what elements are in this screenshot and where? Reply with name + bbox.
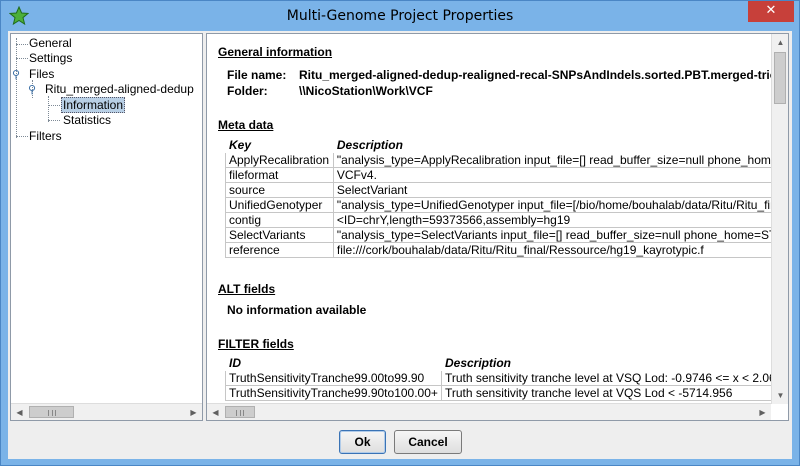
table-row[interactable]: source SelectVariant [225, 182, 788, 198]
information-panel: General information File name: Ritu_merg… [206, 33, 789, 421]
cancel-button[interactable]: Cancel [394, 430, 462, 454]
scroll-down-arrow-icon[interactable]: ▼ [772, 387, 788, 404]
tree-horizontal-scrollbar[interactable]: ◀ ▶ [11, 403, 202, 420]
filter-description-cell: Truth sensitivity tranche level at VQS L… [440, 385, 788, 401]
content-horizontal-scrollbar[interactable]: ◀ ▶ [207, 403, 771, 420]
scroll-right-arrow-icon[interactable]: ▶ [185, 404, 202, 421]
scroll-left-arrow-icon[interactable]: ◀ [207, 404, 224, 420]
tree-item-files[interactable]: Files [29, 67, 54, 81]
tree-connector [16, 58, 28, 59]
file-name-label: File name: [227, 68, 287, 82]
folder-label: Folder: [227, 84, 268, 98]
general-info-heading: General information [218, 45, 333, 59]
tree-connector [48, 120, 60, 121]
tree-connector [16, 38, 17, 138]
meta-key-cell: ApplyRecalibration [225, 152, 334, 168]
meta-data-heading: Meta data [218, 118, 274, 132]
column-header-key: Key [225, 137, 334, 153]
filter-id-cell: TruthSensitivityTranche99.90to100.00+ [225, 385, 442, 401]
tree-item-general[interactable]: General [29, 36, 72, 50]
table-row[interactable]: reference file:///cork/bouhalab/data/Ritu… [225, 242, 788, 258]
tree-item-filters[interactable]: Filters [29, 129, 62, 143]
tree-connector [16, 136, 28, 137]
filter-fields-table: ID Description TruthSensitivityTranche99… [225, 355, 788, 401]
content-vertical-scrollbar[interactable]: ▲ ▼ [771, 34, 788, 404]
tree-item-information[interactable]: Information [61, 97, 126, 113]
dialog-body: General Settings ⚲ Files ⚲ Ritu_merged-a… [8, 31, 792, 459]
meta-description-cell: VCFv4. [332, 167, 788, 183]
filter-fields-heading: FILTER fields [218, 337, 294, 351]
meta-key-cell: contig [225, 212, 334, 228]
table-row[interactable]: fileformat VCFv4. [225, 167, 788, 183]
file-name-value: Ritu_merged-aligned-dedup-realigned-reca… [299, 68, 789, 82]
close-button[interactable]: ✕ [748, 1, 794, 22]
tree-item-ritu-file[interactable]: Ritu_merged-aligned-dedup [45, 82, 194, 96]
meta-description-cell: "analysis_type=UnifiedGenotyper input_fi… [332, 197, 788, 213]
meta-key-cell: SelectVariants [225, 227, 334, 243]
meta-key-cell: fileformat [225, 167, 334, 183]
scroll-up-arrow-icon[interactable]: ▲ [772, 34, 788, 51]
tree-connector [48, 105, 60, 106]
window-title: Multi-Genome Project Properties [286, 8, 514, 24]
expand-key-icon[interactable]: ⚲ [28, 85, 38, 96]
alt-fields-message: No information available [227, 303, 367, 317]
meta-description-cell: <ID=chrY,length=59373566,assembly=hg19 [332, 212, 788, 228]
tree-connector [48, 96, 49, 122]
tree-item-settings[interactable]: Settings [29, 51, 72, 65]
column-header-description: Description [333, 137, 788, 153]
grip-icon [47, 410, 56, 416]
meta-key-cell: source [225, 182, 334, 198]
ok-button[interactable]: Ok [339, 430, 386, 454]
tree-item-statistics[interactable]: Statistics [63, 113, 111, 127]
table-row[interactable]: TruthSensitivityTranche99.90to100.00+ Tru… [225, 385, 788, 401]
scroll-thumb[interactable] [774, 52, 786, 104]
meta-data-table: Key Description ApplyRecalibration "analy… [225, 137, 788, 258]
title-bar[interactable]: Multi-Genome Project Properties ✕ [1, 1, 799, 31]
grip-icon [236, 410, 244, 416]
meta-key-cell: UnifiedGenotyper [225, 197, 334, 213]
navigation-tree: General Settings ⚲ Files ⚲ Ritu_merged-a… [10, 33, 203, 421]
filter-description-cell: Truth sensitivity tranche level at VSQ L… [440, 370, 788, 386]
scroll-thumb[interactable] [225, 406, 255, 418]
column-header-description: Description [441, 355, 788, 371]
filter-id-cell: TruthSensitivityTranche99.00to99.90 [225, 370, 442, 386]
folder-value: \\NicoStation\Work\VCF [299, 84, 433, 98]
alt-fields-heading: ALT fields [218, 282, 276, 296]
meta-key-cell: reference [225, 242, 334, 258]
tree-connector [16, 44, 28, 45]
meta-description-cell: SelectVariant [332, 182, 788, 198]
table-header-row: Key Description [225, 137, 788, 153]
table-row[interactable]: UnifiedGenotyper "analysis_type=UnifiedGe… [225, 197, 788, 213]
column-header-id: ID [225, 355, 442, 371]
table-header-row: ID Description [225, 355, 788, 371]
expand-key-icon[interactable]: ⚲ [12, 70, 22, 81]
scroll-left-arrow-icon[interactable]: ◀ [11, 404, 28, 421]
table-row[interactable]: contig <ID=chrY,length=59373566,assembly=… [225, 212, 788, 228]
meta-description-cell: file:///cork/bouhalab/data/Ritu/Ritu_fin… [332, 242, 788, 258]
scroll-thumb[interactable] [29, 406, 74, 418]
meta-description-cell: "analysis_type=SelectVariants input_file… [332, 227, 788, 243]
meta-description-cell: "analysis_type=ApplyRecalibration input_… [332, 152, 788, 168]
properties-window: Multi-Genome Project Properties ✕ Genera… [0, 0, 800, 466]
table-row[interactable]: ApplyRecalibration "analysis_type=ApplyRe… [225, 152, 788, 168]
table-row[interactable]: TruthSensitivityTranche99.00to99.90 Truth… [225, 370, 788, 386]
scroll-right-arrow-icon[interactable]: ▶ [754, 404, 771, 420]
table-row[interactable]: SelectVariants "analysis_type=SelectVaria… [225, 227, 788, 243]
